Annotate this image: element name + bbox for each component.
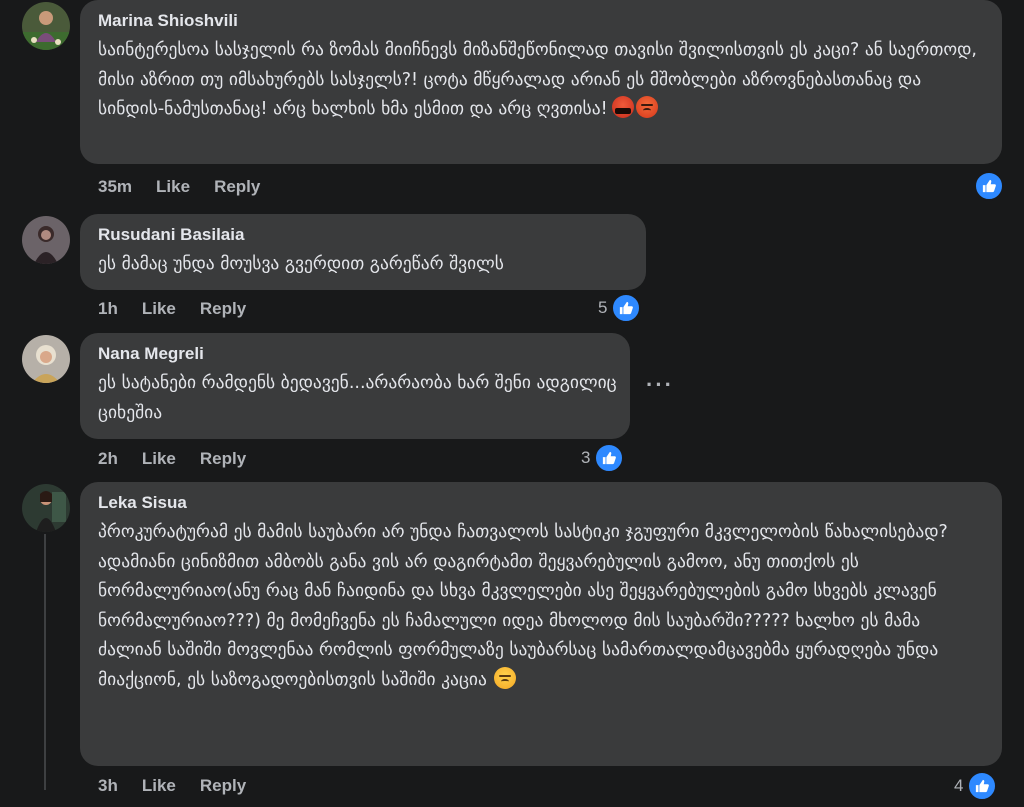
cursing-emoji-icon — [611, 96, 634, 118]
thumbs-up-icon — [611, 293, 642, 323]
comment-actions: 35m Like Reply — [98, 177, 260, 197]
reaction-count: 4 — [954, 776, 964, 795]
reply-button[interactable]: Reply — [200, 776, 246, 796]
thumbs-up-icon — [967, 771, 998, 801]
like-button[interactable]: Like — [156, 177, 190, 197]
reaction-summary[interactable]: 5 — [598, 293, 642, 323]
avatar[interactable] — [22, 2, 70, 50]
reaction-summary[interactable]: 4 — [954, 771, 998, 801]
like-button[interactable]: Like — [142, 299, 176, 319]
reply-button[interactable]: Reply — [214, 177, 260, 197]
avatar[interactable] — [22, 484, 70, 532]
comment-timestamp[interactable]: 2h — [98, 449, 118, 469]
comment-timestamp[interactable]: 3h — [98, 776, 118, 796]
comment-thread: Marina Shioshvili საინტერესოა სასჯელის რ… — [0, 0, 1024, 807]
like-button[interactable]: Like — [142, 776, 176, 796]
comment-bubble: Nana Megreli ეს სატანები რამდენს ბედავენ… — [80, 333, 630, 439]
comment-text: ეს მამაც უნდა მოუსვა გვერდით გარეწარ შვი… — [98, 254, 504, 274]
reaction-count: 3 — [581, 448, 591, 467]
comment-timestamp[interactable]: 1h — [98, 299, 118, 319]
angry-emoji-icon — [635, 96, 658, 118]
comment-text: ეს სატანები რამდენს ბედავენ...არარაობა ხ… — [98, 373, 617, 423]
more-options-icon[interactable]: ··· — [646, 372, 674, 398]
thumbs-up-icon — [974, 171, 1004, 201]
comment-bubble: Leka Sisua პროკურატურამ ეს მამის საუბარი… — [80, 482, 1002, 766]
comment-text: პროკურატურამ ეს მამის საუბარი არ უნდა ჩა… — [98, 522, 948, 690]
comment-author[interactable]: Rusudani Basilaia — [98, 224, 628, 246]
reply-thread-line — [44, 534, 46, 790]
thumbs-up-icon — [594, 443, 625, 473]
comment-author[interactable]: Nana Megreli — [98, 343, 612, 365]
avatar[interactable] — [22, 335, 70, 383]
comment-text: საინტერესოა სასჯელის რა ზომას მიიჩნევს მ… — [98, 40, 977, 119]
reply-button[interactable]: Reply — [200, 299, 246, 319]
comment-bubble: Rusudani Basilaia ეს მამაც უნდა მოუსვა გ… — [80, 214, 646, 290]
reply-button[interactable]: Reply — [200, 449, 246, 469]
reaction-summary[interactable]: 3 — [581, 443, 625, 473]
comment-actions: 3h Like Reply — [98, 776, 246, 796]
comment-timestamp[interactable]: 35m — [98, 177, 132, 197]
comment-author[interactable]: Leka Sisua — [98, 492, 984, 514]
comment-actions: 2h Like Reply — [98, 449, 246, 469]
like-button[interactable]: Like — [142, 449, 176, 469]
avatar[interactable] — [22, 216, 70, 264]
reaction-summary[interactable] — [970, 171, 1004, 201]
comment-author[interactable]: Marina Shioshvili — [98, 10, 984, 32]
reaction-count: 5 — [598, 298, 608, 317]
comment-bubble: Marina Shioshvili საინტერესოა სასჯელის რ… — [80, 0, 1002, 164]
comment-actions: 1h Like Reply — [98, 299, 246, 319]
worried-emoji-icon — [494, 666, 517, 689]
